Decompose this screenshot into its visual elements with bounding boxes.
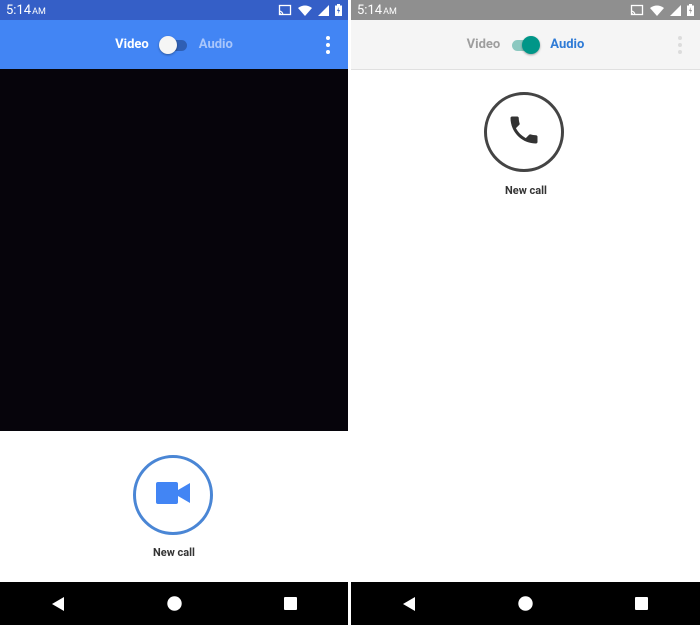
- status-time-value: 5:14: [6, 2, 32, 18]
- left-screen-video-mode: 5:14AM Video Audio New call: [0, 0, 348, 625]
- home-icon[interactable]: [159, 589, 189, 619]
- mode-toggle-group: Video Audio: [467, 35, 584, 55]
- menu-dot: [678, 42, 682, 47]
- status-icons: [278, 0, 342, 20]
- wifi-icon: [298, 5, 312, 16]
- signal-icon: [670, 4, 681, 16]
- video-mode-label[interactable]: Video: [115, 37, 149, 52]
- app-bar: Video Audio: [351, 20, 700, 70]
- navigation-bar: [351, 582, 700, 625]
- video-audio-switch[interactable]: [510, 35, 541, 55]
- menu-dot: [326, 42, 330, 47]
- videocam-icon: [156, 482, 190, 508]
- new-video-call-button[interactable]: [133, 455, 213, 535]
- status-time: 5:14AM: [6, 3, 46, 18]
- phone-icon: [506, 112, 542, 152]
- app-bar: Video Audio: [0, 20, 348, 69]
- status-bar: 5:14AM: [0, 0, 348, 20]
- battery-icon: [687, 4, 694, 16]
- cast-icon: [278, 4, 292, 16]
- new-call-label: New call: [153, 546, 195, 559]
- mode-toggle-group: Video Audio: [115, 35, 233, 55]
- more-vert-icon[interactable]: [672, 20, 688, 69]
- menu-dot: [678, 49, 682, 54]
- status-time-value: 5:14: [357, 2, 383, 18]
- home-icon[interactable]: [510, 589, 540, 619]
- menu-dot: [678, 35, 682, 40]
- back-icon[interactable]: [394, 589, 424, 619]
- status-icons: [630, 0, 694, 20]
- video-audio-switch[interactable]: [158, 35, 189, 55]
- audio-mode-label[interactable]: Audio: [199, 37, 233, 52]
- cast-icon: [630, 4, 644, 16]
- status-time-ampm: AM: [383, 6, 397, 17]
- back-icon[interactable]: [43, 589, 73, 619]
- wifi-icon: [650, 5, 664, 16]
- menu-dot: [326, 49, 330, 54]
- battery-icon: [335, 4, 342, 16]
- audio-mode-label[interactable]: Audio: [550, 37, 584, 52]
- new-audio-call-button[interactable]: [484, 92, 564, 172]
- status-time-ampm: AM: [32, 6, 46, 17]
- video-mode-label[interactable]: Video: [467, 37, 501, 52]
- status-bar: 5:14AM: [351, 0, 700, 20]
- status-time: 5:14AM: [357, 3, 397, 18]
- menu-dot: [326, 35, 330, 40]
- screenshot-pair: 5:14AM Video Audio New call 5:14AM Video…: [0, 0, 700, 625]
- more-vert-icon[interactable]: [320, 20, 336, 69]
- recents-icon[interactable]: [627, 589, 657, 619]
- camera-preview: [0, 69, 348, 431]
- new-call-label: New call: [505, 184, 547, 197]
- signal-icon: [318, 4, 329, 16]
- navigation-bar: [0, 582, 348, 625]
- right-screen-audio-mode: 5:14AM Video Audio New call: [351, 0, 700, 625]
- switch-thumb: [522, 35, 541, 54]
- switch-thumb: [158, 35, 177, 54]
- recents-icon[interactable]: [275, 589, 305, 619]
